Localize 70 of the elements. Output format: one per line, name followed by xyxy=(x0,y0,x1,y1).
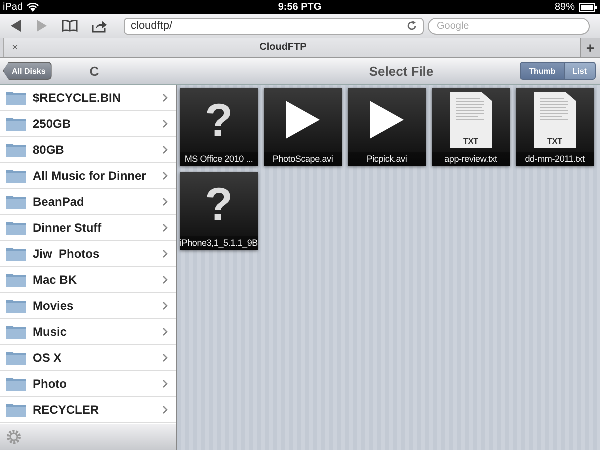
folder-icon xyxy=(6,168,26,182)
folder-icon xyxy=(6,376,26,390)
folder-row[interactable]: OS X xyxy=(0,345,176,371)
chevron-icon xyxy=(163,198,168,206)
chevron-icon xyxy=(163,250,168,258)
document-icon: TXT xyxy=(534,92,576,148)
view-toggle[interactable]: Thumb xyxy=(520,62,565,80)
status-time: 9:56 PTG xyxy=(278,2,322,12)
play-icon xyxy=(370,101,404,139)
close-icon[interactable]: × xyxy=(4,42,26,54)
chevron-icon xyxy=(163,354,168,362)
chevron-icon xyxy=(163,224,168,232)
folder-row[interactable]: Mac BK xyxy=(0,267,176,293)
folder-icon xyxy=(6,220,26,234)
file-tile[interactable]: ? MS Office 2010 ... xyxy=(180,88,258,166)
folder-icon xyxy=(6,402,26,416)
folder-row[interactable]: $RECYCLE.BIN xyxy=(0,85,176,111)
file-tile[interactable]: TXT app-review.txt xyxy=(432,88,510,166)
folder-row[interactable]: Dinner Stuff xyxy=(0,215,176,241)
chevron-icon xyxy=(163,146,168,154)
folder-row[interactable]: All Music for Dinner xyxy=(0,163,176,189)
new-tab-button[interactable]: + xyxy=(580,38,600,57)
folder-icon xyxy=(6,90,26,104)
browser-tab[interactable]: × CloudFTP xyxy=(3,38,580,57)
chevron-icon xyxy=(163,94,168,102)
folder-icon xyxy=(6,116,26,130)
document-icon: TXT xyxy=(450,92,492,148)
folder-row[interactable]: Movies xyxy=(0,293,176,319)
folder-icon xyxy=(6,142,26,156)
question-mark-icon: ? xyxy=(204,181,234,227)
folder-icon xyxy=(6,246,26,260)
question-mark-icon: ? xyxy=(204,97,234,143)
folder-title: C xyxy=(90,64,100,78)
reload-icon[interactable] xyxy=(407,21,417,31)
folder-icon xyxy=(6,298,26,312)
folder-row[interactable]: Music xyxy=(0,319,176,345)
back-icon[interactable] xyxy=(10,20,22,32)
chevron-icon xyxy=(163,406,168,414)
file-tile[interactable]: TXT dd-mm-2011.txt xyxy=(516,88,594,166)
folder-row[interactable]: Jiw_Photos xyxy=(0,241,176,267)
folder-row[interactable]: RECYCLER xyxy=(0,397,176,423)
device-name: iPad xyxy=(3,2,24,12)
book-icon[interactable] xyxy=(62,20,78,32)
play-icon xyxy=(286,101,320,139)
file-tile[interactable]: PhotoScape.avi xyxy=(264,88,342,166)
folder-icon xyxy=(6,272,26,286)
folder-icon xyxy=(6,324,26,338)
folder-row[interactable]: 80GB xyxy=(0,137,176,163)
battery-percent: 89% xyxy=(554,2,575,12)
chevron-icon xyxy=(163,172,168,180)
address-field[interactable]: cloudftp/ xyxy=(124,18,424,34)
folder-row[interactable]: 250GB xyxy=(0,111,176,137)
folder-icon xyxy=(6,350,26,364)
battery-icon xyxy=(578,2,597,12)
page-title: Select File xyxy=(369,64,434,78)
chevron-icon xyxy=(163,120,168,128)
folder-icon xyxy=(6,194,26,208)
file-tile[interactable]: Picpick.avi xyxy=(348,88,426,166)
chevron-icon xyxy=(163,302,168,310)
chevron-icon xyxy=(163,380,168,388)
wifi-icon xyxy=(27,2,40,12)
search-field[interactable]: Google xyxy=(428,18,590,34)
back-button[interactable]: All Disks xyxy=(3,62,52,80)
tab-title: CloudFTP xyxy=(258,42,308,53)
file-tile[interactable]: ? iPhone3,1_5.1.1_9B xyxy=(180,172,258,250)
folder-row[interactable]: BeanPad xyxy=(0,189,176,215)
folder-row[interactable]: Photo xyxy=(0,371,176,397)
chevron-icon xyxy=(163,328,168,336)
share-icon[interactable] xyxy=(92,20,108,32)
chevron-icon xyxy=(163,276,168,284)
